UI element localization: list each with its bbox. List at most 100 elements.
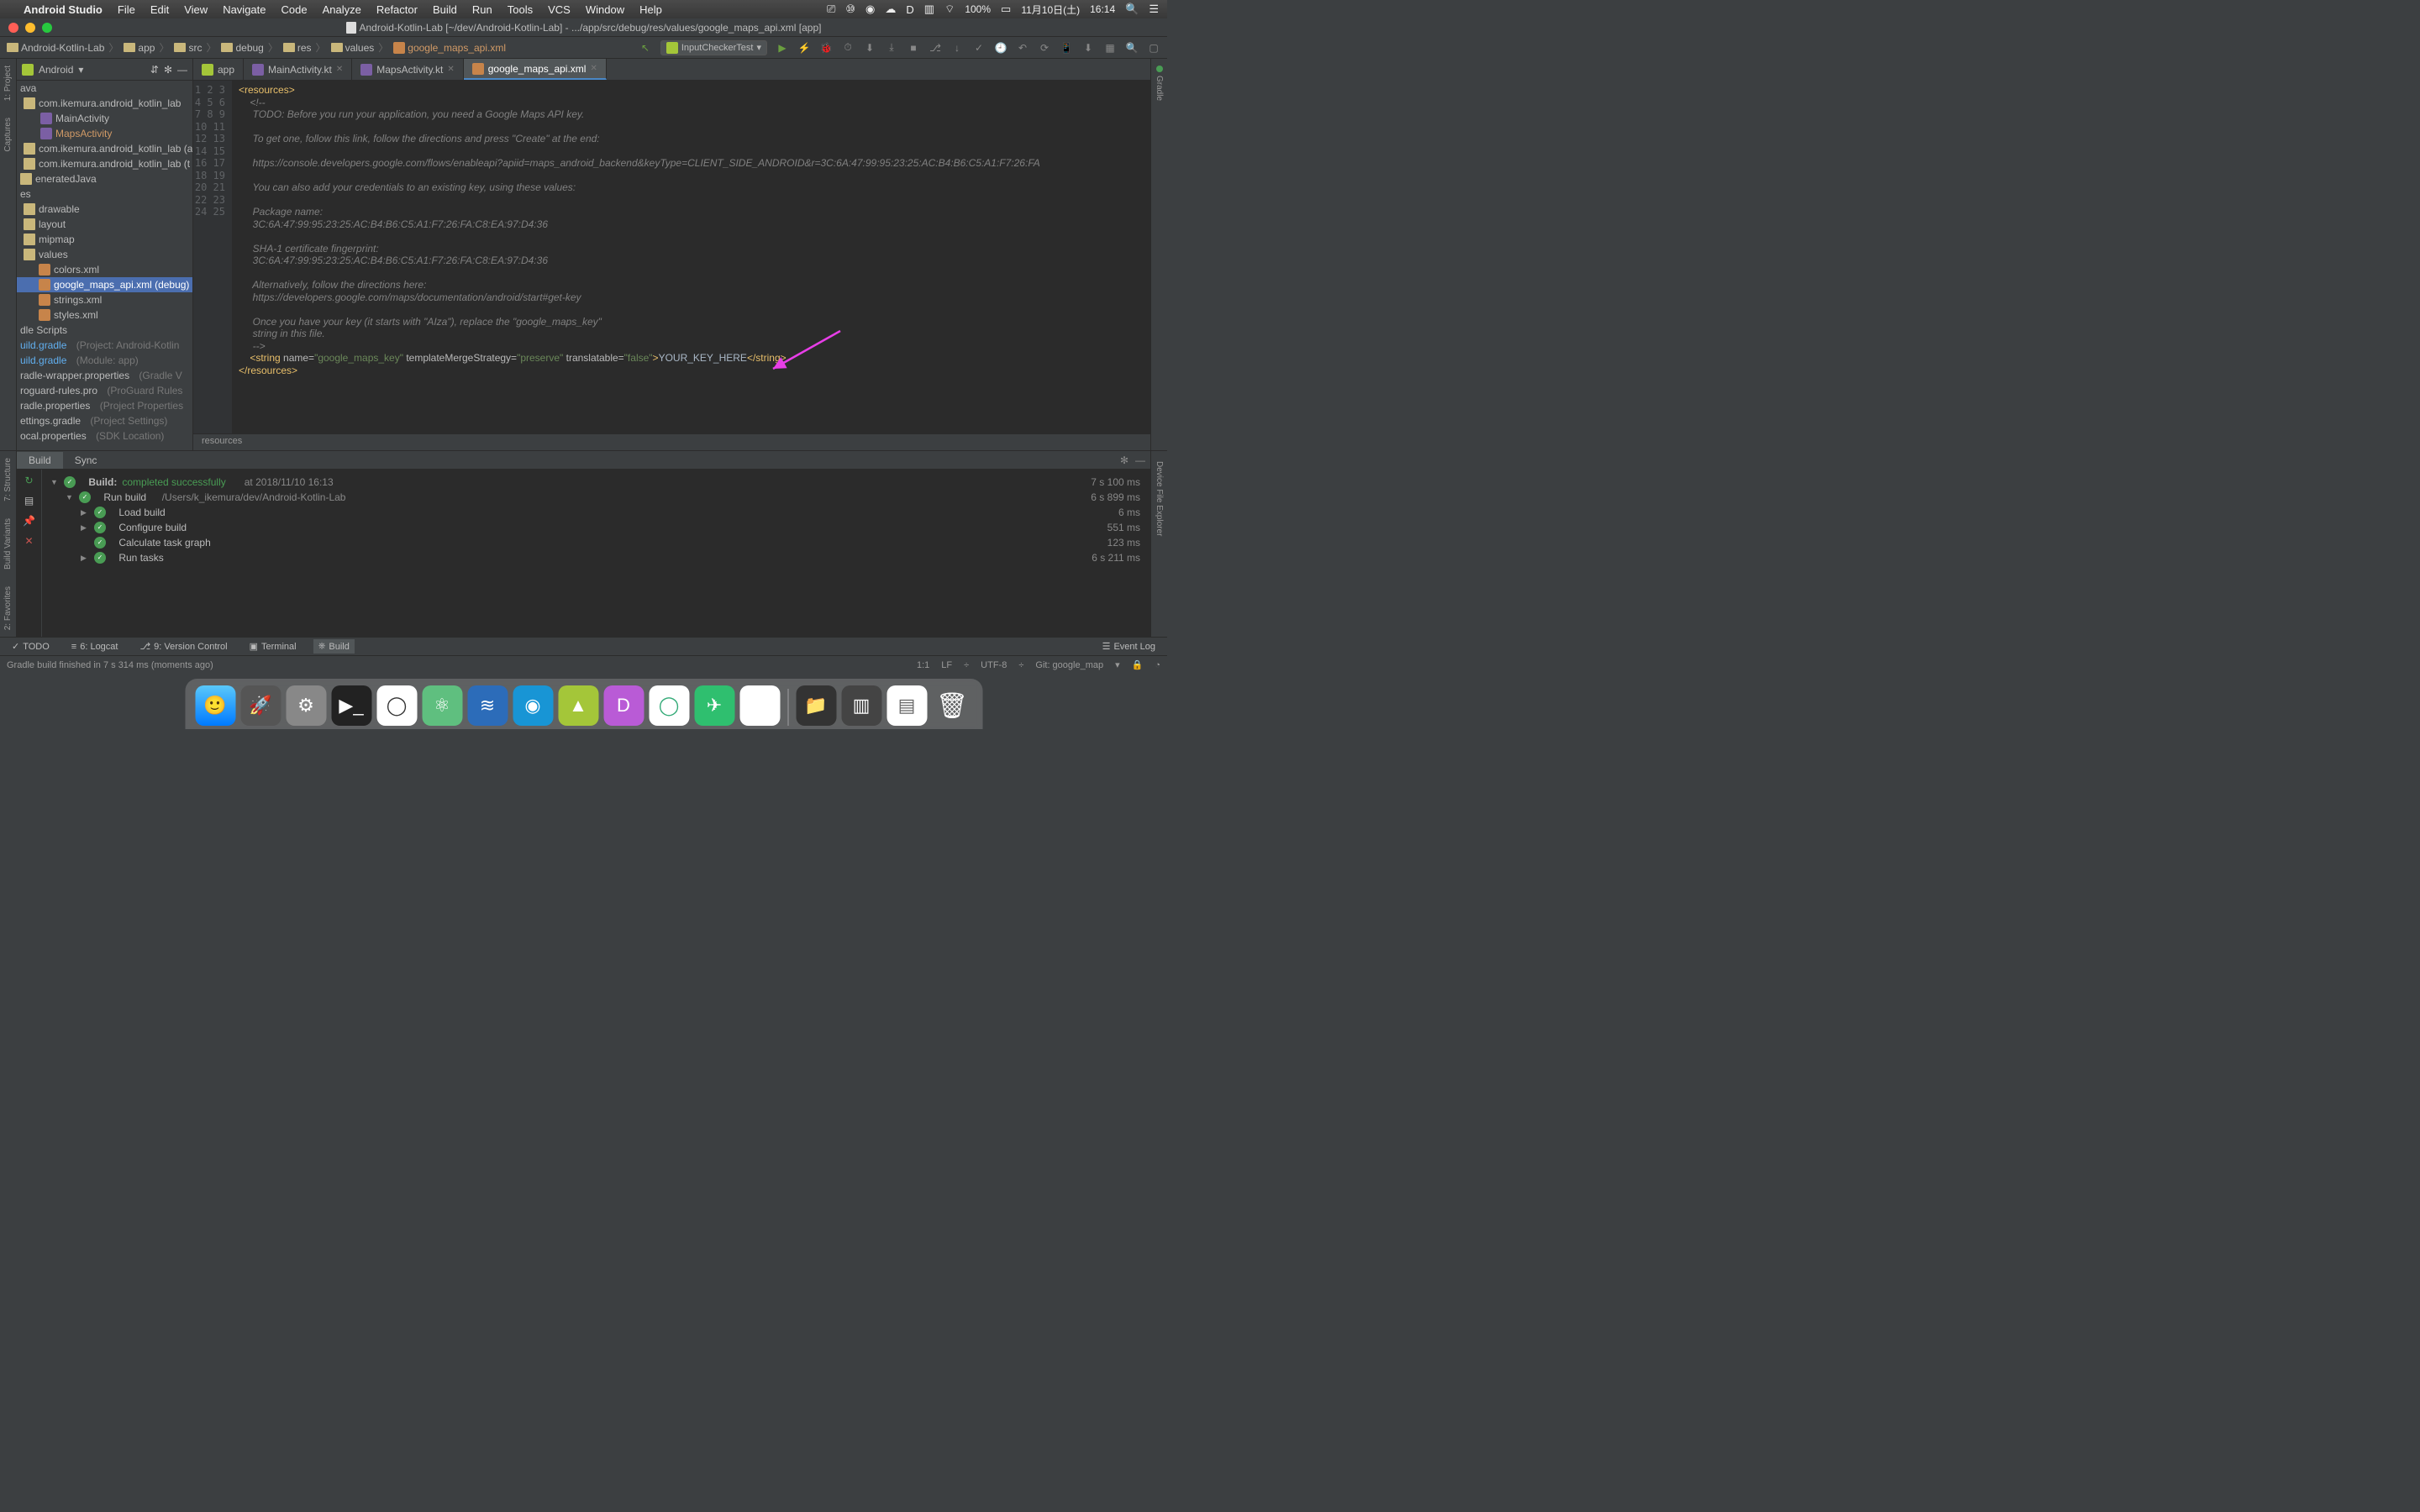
dock-app[interactable]: ◯ (649, 685, 689, 726)
dock-android-studio[interactable]: ▲ (558, 685, 598, 726)
run-button[interactable]: ▶ (776, 41, 789, 55)
menu-code[interactable]: Code (281, 3, 308, 16)
clear-icon[interactable]: ✕ (24, 535, 33, 547)
editor-tab-google-maps-api[interactable]: google_maps_api.xml✕ (464, 59, 607, 80)
sdk-icon[interactable]: ⬇ (1081, 41, 1095, 55)
inspection-indicator[interactable] (1156, 66, 1163, 72)
status-line-ending[interactable]: LF (941, 660, 952, 670)
tray-icon[interactable]: ▥ (924, 3, 934, 16)
tray-icon[interactable]: D (906, 3, 913, 16)
close-icon[interactable]: ✕ (447, 65, 454, 74)
menu-help[interactable]: Help (639, 3, 662, 16)
tool-todo[interactable]: ✓ TODO (7, 639, 55, 654)
tool-terminal[interactable]: ▣ Terminal (245, 639, 302, 654)
menu-analyze[interactable]: Analyze (323, 3, 361, 16)
menu-navigate[interactable]: Navigate (223, 3, 266, 16)
dock-settings[interactable]: ⚙ (286, 685, 326, 726)
menu-vcs[interactable]: VCS (548, 3, 571, 16)
avd-icon[interactable]: 📱 (1060, 41, 1073, 55)
project-view-selector[interactable]: Android ▾ ⇵ ✻ — (17, 59, 192, 81)
dock-app[interactable]: D (603, 685, 644, 726)
dock-trash[interactable]: 🗑 (932, 685, 972, 726)
editor-tab-mapsactivity[interactable]: MapsActivity.kt✕ (352, 59, 464, 80)
tool-gradle[interactable]: Gradle (1155, 72, 1164, 104)
menu-refactor[interactable]: Refactor (376, 3, 418, 16)
menu-view[interactable]: View (184, 3, 208, 16)
tool-captures[interactable]: Captures (3, 114, 13, 155)
dock-app[interactable]: ✈ (694, 685, 734, 726)
attach-icon[interactable]: ⬇ (863, 41, 876, 55)
vcs-commit-icon[interactable]: ✓ (972, 41, 986, 55)
pin-icon[interactable]: 📌 (23, 515, 35, 527)
user-icon[interactable]: ▢ (1147, 41, 1160, 55)
menu-window[interactable]: Window (586, 3, 624, 16)
tool-build[interactable]: ⎈ Build (313, 639, 355, 654)
dock-folder[interactable]: ▥ (841, 685, 881, 726)
tool-logcat[interactable]: ≡ 6: Logcat (66, 640, 124, 654)
gear-icon[interactable]: ✻ (1120, 454, 1128, 466)
breadcrumb[interactable]: debug〉 (221, 40, 279, 55)
tool-version-control[interactable]: ⎇ 9: Version Control (134, 639, 232, 654)
code-content[interactable]: <resources> <!-- TODO: Before you run yo… (232, 81, 1150, 433)
build-tab-build[interactable]: Build (17, 452, 63, 469)
hide-icon[interactable]: — (177, 64, 187, 76)
vcs-revert-icon[interactable]: ↶ (1016, 41, 1029, 55)
status-git-branch[interactable]: Git: google_map (1035, 660, 1103, 670)
tree-item-google-maps-api[interactable]: google_maps_api.xml (debug) (17, 277, 192, 292)
spotlight-icon[interactable]: 🔍 (1125, 3, 1139, 16)
editor-tab-app[interactable]: app (193, 59, 244, 80)
debug-button[interactable]: 🐞 (819, 41, 833, 55)
vcs-history-icon[interactable]: 🕘 (994, 41, 1007, 55)
attach-debugger-icon[interactable]: ⤓ (885, 41, 898, 55)
status-caret-position[interactable]: 1:1 (917, 660, 929, 670)
menu-build[interactable]: Build (433, 3, 457, 16)
project-tree[interactable]: ava com.ikemura.android_kotlin_lab MainA… (17, 81, 192, 450)
editor-breadcrumb[interactable]: resources (193, 433, 1150, 450)
sync-icon[interactable]: ⟳ (1038, 41, 1051, 55)
menubar-date[interactable]: 11月10日(土) (1021, 3, 1080, 17)
breadcrumb[interactable]: src〉 (174, 40, 218, 55)
close-icon[interactable]: ✕ (590, 64, 597, 73)
menu-run[interactable]: Run (472, 3, 492, 16)
menu-tools[interactable]: Tools (508, 3, 533, 16)
dock-launchpad[interactable]: 🚀 (240, 685, 281, 726)
gear-icon[interactable]: ✻ (164, 64, 172, 76)
dock-sourcetree[interactable]: ◉ (513, 685, 553, 726)
close-window-button[interactable] (8, 23, 18, 33)
rerun-icon[interactable]: ↻ (24, 475, 33, 486)
dock-chrome[interactable]: ◯ (376, 685, 417, 726)
build-tab-sync[interactable]: Sync (63, 452, 109, 469)
structure-icon[interactable]: ▦ (1103, 41, 1117, 55)
app-menu[interactable]: Android Studio (24, 3, 103, 16)
filter-icon[interactable]: ▤ (24, 495, 34, 507)
tool-project[interactable]: 1: Project (3, 62, 13, 104)
run-configuration-select[interactable]: InputCheckerTest ▾ (660, 40, 767, 55)
dock-finder[interactable]: 🙂 (195, 685, 235, 726)
zoom-window-button[interactable] (42, 23, 52, 33)
menubar-time[interactable]: 16:14 (1090, 3, 1115, 15)
tool-structure[interactable]: 7: Structure (3, 454, 13, 505)
tool-device-file-explorer[interactable]: Device File Explorer (1155, 458, 1164, 539)
profile-icon[interactable]: ◔ (1155, 660, 1160, 670)
dock-folder[interactable]: ▤ (886, 685, 927, 726)
minimize-window-button[interactable] (25, 23, 35, 33)
search-icon[interactable]: 🔍 (1125, 41, 1139, 55)
breadcrumb[interactable]: app〉 (124, 40, 171, 55)
back-icon[interactable]: ↖ (639, 41, 652, 55)
tray-icon[interactable]: ⎚ (827, 3, 835, 16)
wifi-icon[interactable]: ⌔ (944, 3, 955, 16)
close-icon[interactable]: ✕ (336, 65, 343, 74)
dock-vscode[interactable]: ≋ (467, 685, 508, 726)
dock-folder[interactable]: 📁 (796, 685, 836, 726)
menu-file[interactable]: File (118, 3, 135, 16)
tool-favorites[interactable]: 2: Favorites (3, 583, 13, 633)
menu-icon[interactable]: ☰ (1149, 3, 1159, 16)
tray-icon[interactable]: ⑩ (845, 3, 855, 16)
tool-build-variants[interactable]: Build Variants (3, 515, 13, 573)
breadcrumb[interactable]: Android-Kotlin-Lab〉 (7, 40, 120, 55)
code-editor[interactable]: 1 2 3 4 5 6 7 8 9 10 11 12 13 14 15 16 1… (193, 81, 1150, 433)
stop-button[interactable]: ■ (907, 41, 920, 55)
tool-event-log[interactable]: ☰ Event Log (1097, 639, 1160, 654)
tray-icon[interactable]: ☁ (885, 3, 896, 16)
collapse-icon[interactable]: ⇵ (150, 64, 159, 76)
